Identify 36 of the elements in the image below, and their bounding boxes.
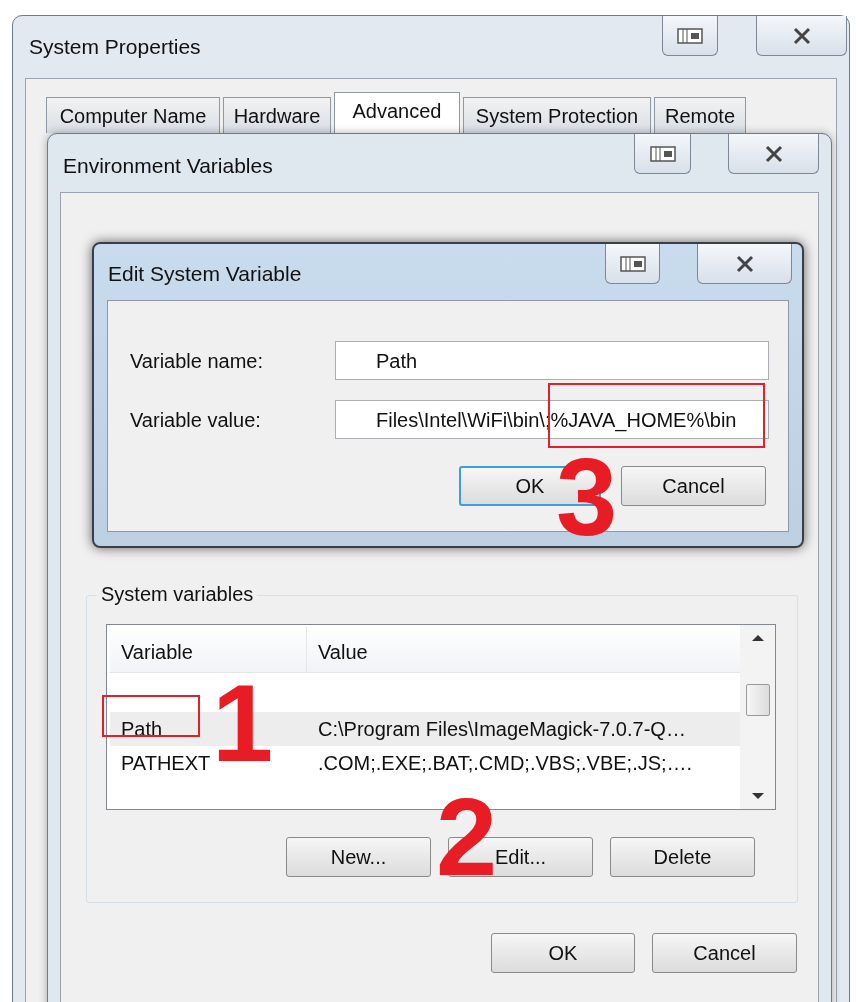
variable-value: .COM;.EXE;.BAT;.CMD;.VBS;.VBE;.JS;…. bbox=[317, 751, 693, 776]
window-icon bbox=[677, 27, 703, 44]
dialog-button[interactable]: Cancel bbox=[621, 466, 766, 506]
close-icon bbox=[763, 144, 784, 163]
tab[interactable]: Advanced bbox=[334, 92, 460, 134]
dialog-button[interactable]: Delete bbox=[610, 837, 755, 877]
restore-button[interactable] bbox=[605, 244, 660, 284]
window-title: System Properties bbox=[29, 34, 201, 59]
tab[interactable]: System Protection bbox=[463, 97, 651, 133]
tab[interactable]: Remote bbox=[654, 97, 746, 133]
close-icon bbox=[734, 254, 755, 273]
dialog-button[interactable]: New... bbox=[286, 837, 431, 877]
close-icon bbox=[791, 26, 812, 45]
close-button[interactable] bbox=[728, 134, 819, 174]
text-field[interactable]: Path bbox=[335, 341, 769, 380]
window-icon bbox=[619, 255, 646, 272]
restore-button[interactable] bbox=[634, 134, 691, 174]
field-label: Variable value: bbox=[130, 407, 262, 433]
window-title: Environment Variables bbox=[63, 153, 273, 178]
dialog-title: Edit System Variable bbox=[108, 261, 302, 286]
scroll-thumb[interactable] bbox=[745, 683, 770, 716]
variable-name: PATHEXT bbox=[121, 752, 211, 774]
tab[interactable]: Hardware bbox=[223, 97, 331, 133]
variable-value: C:\Program Files\ImageMagick-7.0.7-Q… bbox=[317, 717, 686, 742]
tab[interactable]: Computer Name bbox=[46, 97, 220, 133]
field-label: Variable name: bbox=[130, 348, 265, 374]
column-header: Value bbox=[317, 640, 368, 665]
column-header: Variable bbox=[110, 627, 307, 672]
scroll-up-icon bbox=[751, 635, 764, 641]
dialog-button[interactable]: Cancel bbox=[652, 933, 797, 973]
dialog-button[interactable]: OK bbox=[491, 933, 635, 973]
scrollbar[interactable] bbox=[740, 625, 775, 809]
close-button[interactable] bbox=[756, 16, 847, 56]
scroll-down-icon bbox=[751, 793, 764, 799]
restore-button[interactable] bbox=[662, 16, 718, 56]
window-icon bbox=[649, 145, 676, 162]
